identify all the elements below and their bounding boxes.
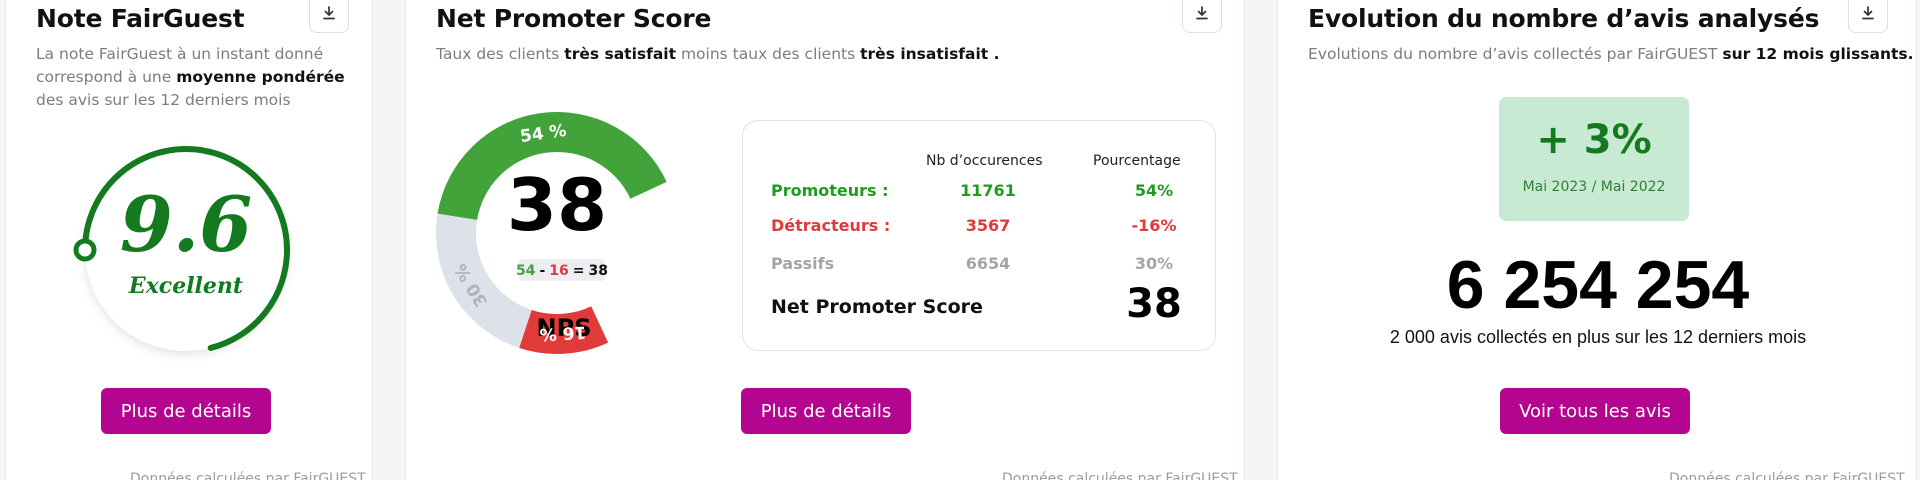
download-icon (1862, 6, 1874, 20)
footnote: Données calculées par FairGUEST (130, 471, 366, 480)
row-count-promoteurs: 11761 (960, 181, 1016, 200)
row-label-promoteurs: Promoteurs : (771, 181, 889, 200)
nps-value: 38 (507, 163, 607, 247)
score-label: Excellent (128, 273, 243, 299)
nps-stats-table: Nb d’occurences Pourcentage Promoteurs :… (742, 120, 1216, 351)
download-button[interactable] (309, 0, 349, 33)
all-reviews-button[interactable]: Voir tous les avis (1500, 388, 1690, 434)
card-title: Evolution du nombre d’avis analysés (1308, 4, 1820, 33)
row-percent-passifs: 30% (1134, 254, 1174, 273)
download-button[interactable] (1848, 0, 1888, 33)
growth-period: Mai 2023 / Mai 2022 (1522, 179, 1666, 195)
row-count-passifs: 6654 (965, 254, 1011, 273)
total-reviews: 6 254 254 (1446, 247, 1750, 323)
growth-value: + 3% (1536, 117, 1652, 163)
details-button[interactable]: Plus de détails (741, 388, 911, 434)
card-description: La note FairGuest à un instant donné cor… (36, 45, 345, 109)
card-title: Net Promoter Score (436, 4, 712, 33)
row-count-detracteurs: 3567 (965, 216, 1011, 235)
download-icon (1196, 6, 1208, 20)
card-description: Taux des clients très satisfait moins ta… (436, 45, 1000, 63)
growth-badge: + 3% Mai 2023 / Mai 2022 (1499, 97, 1689, 221)
note-fairguest-card: Note FairGuest La note FairGuest à un in… (5, 0, 373, 480)
nps-gauge: 38 54-16 = 38 NPS 16 %30 %54 % (436, 111, 667, 354)
footnote: Données calculées par FairGUEST (1669, 471, 1905, 480)
row-percent-promoteurs: 54% (1134, 181, 1174, 200)
column-header-percentage: Pourcentage (1093, 153, 1181, 169)
avis-evolution-card: Evolution du nombre d’avis analysés Evol… (1277, 0, 1917, 480)
nps-card: Net Promoter Score Taux des clients très… (405, 0, 1245, 480)
card-title: Note FairGuest (36, 4, 245, 33)
download-button[interactable] (1182, 0, 1222, 33)
score-value: 9.6 (120, 180, 252, 269)
row-percent-detracteurs: -16% (1131, 216, 1177, 235)
nps-formula: 54-16 = 38 (516, 263, 608, 279)
details-button[interactable]: Plus de détails (101, 388, 271, 434)
total-caption: 2 000 avis collectés en plus sur les 12 … (1389, 327, 1807, 347)
column-header-occurrences: Nb d’occurences (926, 153, 1043, 169)
row-label-passifs: Passifs (771, 254, 835, 273)
score-marker (73, 238, 97, 262)
nps-summary-value: 38 (1126, 281, 1182, 327)
score-gauge: 9.6 Excellent (73, 146, 290, 354)
row-label-detracteurs: Détracteurs : (771, 216, 891, 235)
card-description: Evolutions du nombre d’avis collectés pa… (1308, 45, 1914, 63)
nps-summary-label: Net Promoter Score (771, 296, 983, 318)
nps-segment-label-detracteurs: 16 % (539, 321, 587, 344)
footnote: Données calculées par FairGUEST (1002, 471, 1238, 480)
download-icon (323, 6, 335, 20)
